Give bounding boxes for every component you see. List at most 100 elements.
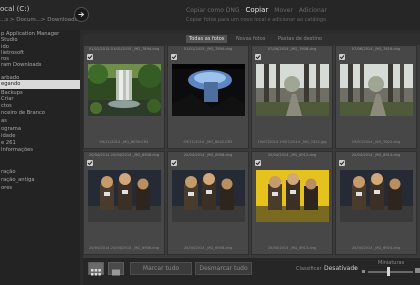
grid-icon [91,269,101,276]
sidebar-folder-item[interactable]: Criar [0,96,14,102]
thumbnail-size-label: Miniaturas [378,260,405,266]
photo-capture-date: 20/04/2014 _MG_6912.dng [267,153,317,157]
checkmark-icon [87,55,93,60]
photo-thumbnail[interactable] [88,64,161,116]
source-path[interactable]: ...s > Docum...> Downloads > [0,17,84,23]
include-checkbox[interactable] [339,54,345,60]
uncheck-all-button[interactable]: Desmarcar tudo [195,262,252,275]
checkmark-icon [87,161,93,166]
sidebar-folder-item[interactable]: Informações [0,147,33,153]
photo-capture-date: 07/06/2014 _MG_7608.dng [267,47,317,51]
photo-filename: 20/04/2014 _MG_6913.dng [267,246,317,250]
checkmark-icon [339,161,345,166]
mode-option[interactable]: Copiar [246,6,269,14]
sidebar-folder-item[interactable]: egando [0,80,80,89]
photo-cell[interactable]: 01/01/2015 _MG_7894.dng 09/11/2014 _MG_8… [167,45,249,149]
photo-thumbnail[interactable] [340,64,413,116]
photo-filename: 20/04/2014 20/04/2014 _MG_6906.dng [88,246,160,250]
photo-capture-date: 01/01/2015 01/01/2015 _MG_7894.dng [88,47,160,51]
tab-0[interactable]: Todas as fotos [186,35,228,43]
photo-capture-date: 01/01/2015 _MG_7894.dng [183,47,233,51]
include-checkbox[interactable] [87,160,93,166]
grid-filter-tabs: Todas as fotos Novas fotos Pastas de desti… [83,34,420,45]
sidebar-folder-item[interactable]: idade [0,133,15,139]
photo-cell[interactable]: 20/04/2014 _MG_6914.dng 20/04/2014 _MG_6… [335,151,417,255]
photo-thumbnail[interactable] [256,64,329,116]
photo-thumbnail-image [88,170,161,222]
photo-grid: 01/01/2015 01/01/2015 _MG_7894.dng 09/11… [83,34,420,258]
loupe-view-button[interactable] [108,262,124,276]
photo-thumbnail[interactable] [256,170,329,222]
photo-cell[interactable]: 07/06/2014 _MG_7608.dng 19/07/2014 19/07… [251,45,333,149]
sort-label: Classificar [296,266,322,272]
chevron-down-icon[interactable]: ▾ [354,266,357,272]
photo-thumbnail[interactable] [172,64,245,116]
photo-filename: 20/04/2014 _MG_6908.dng [183,246,233,250]
photo-thumbnail-image [256,170,329,222]
photo-filename: 09/11/2014 _MG_8039.CR2 [99,140,149,144]
include-checkbox[interactable] [255,54,261,60]
check-all-button[interactable]: Marcar tudo [130,262,192,275]
photo-capture-date: 07/06/2014 _MG_7616.dng [351,47,401,51]
checkmark-icon [171,55,177,60]
tab-2[interactable]: Pastas de destino [275,35,325,43]
tab-1[interactable]: Novas fotos [233,35,268,43]
photo-thumbnail-image [340,64,413,116]
sort-dropdown[interactable]: Desativado [324,265,358,272]
sidebar-folder-item[interactable]: ração_antiga [0,177,35,183]
photo-cell[interactable]: 20/04/2014 20/04/2014 _MG_6906.dng 20/04… [83,151,165,255]
photo-capture-date: 20/04/2014 20/04/2014 _MG_6906.dng [88,153,160,157]
include-checkbox[interactable] [87,54,93,60]
photo-cell[interactable]: 01/01/2015 01/01/2015 _MG_7894.dng 09/11… [83,45,165,149]
checkmark-icon [339,55,345,60]
sidebar-folder-item[interactable]: ograma [0,126,21,132]
import-header: ocal (C:) ...s > Docum...> Downloads > C… [0,0,420,30]
photo-filename: 20/04/2014 _MG_6924.dng [351,246,401,250]
checkmark-icon [255,161,261,166]
photo-filename: 19/07/2014 19/07/2014 _MG_7622.jpg [257,140,327,144]
sidebar-folder-item[interactable]: Studio [0,37,18,43]
checkmark-icon [255,55,261,60]
sidebar-folder-item[interactable]: ração [0,169,16,175]
photo-thumbnail[interactable] [340,170,413,222]
mode-option[interactable]: Adicionar [299,7,327,14]
include-checkbox[interactable] [339,160,345,166]
sidebar-folder-item[interactable]: ctos [0,103,12,109]
sidebar-folder-item[interactable]: ores [0,185,12,191]
include-checkbox[interactable] [171,54,177,60]
include-checkbox[interactable] [255,160,261,166]
checkmark-icon [171,161,177,166]
mode-option[interactable]: Mover [274,7,293,14]
photo-filename: 19/07/2014 _MG_7622.dng [351,140,401,144]
photo-thumbnail-image [88,64,161,116]
single-image-icon [112,269,120,276]
mode-description: Copiar fotos para um novo local e adicio… [186,17,327,23]
photo-thumbnail-image [340,170,413,222]
photo-thumbnail-image [172,64,245,116]
source-folder-panel: p Application Manager Studio ido lietrosoft… [0,30,80,285]
import-mode-selector: Copiar como DNG Copiar Mover Adicionar [186,6,333,14]
go-forward-button[interactable] [74,7,89,22]
photo-thumbnail[interactable] [88,170,161,222]
photo-cell[interactable]: 07/06/2014 _MG_7616.dng 19/07/2014 _MG_7… [335,45,417,149]
photo-thumbnail[interactable] [172,170,245,222]
photo-cell[interactable]: 20/04/2014 _MG_6908.dng 20/04/2014 _MG_6… [167,151,249,255]
sidebar-folder-item[interactable]: ram Downloads [0,62,42,68]
sidebar-folder-item[interactable]: as [0,118,7,124]
photo-thumbnail-image [172,170,245,222]
source-title[interactable]: ocal (C:) [0,5,29,13]
sidebar-folder-item[interactable]: e 261 [0,140,16,146]
include-checkbox[interactable] [171,160,177,166]
photo-cell[interactable]: 20/04/2014 _MG_6912.dng 20/04/2014 _MG_6… [251,151,333,255]
photo-capture-date: 20/04/2014 _MG_6908.dng [183,153,233,157]
grid-view-button[interactable] [88,262,104,276]
arrow-right-icon [78,12,85,17]
mode-option[interactable]: Copiar como DNG [186,7,240,14]
photo-capture-date: 20/04/2014 _MG_6914.dng [351,153,401,157]
small-thumbnail-icon [362,270,365,273]
thumbnail-size-slider[interactable] [368,271,413,273]
photo-thumbnail-image [256,64,329,116]
large-thumbnail-icon [415,268,420,273]
sidebar-folder-item[interactable]: nceiro de Branco [0,110,45,116]
slider-handle[interactable] [386,267,390,276]
